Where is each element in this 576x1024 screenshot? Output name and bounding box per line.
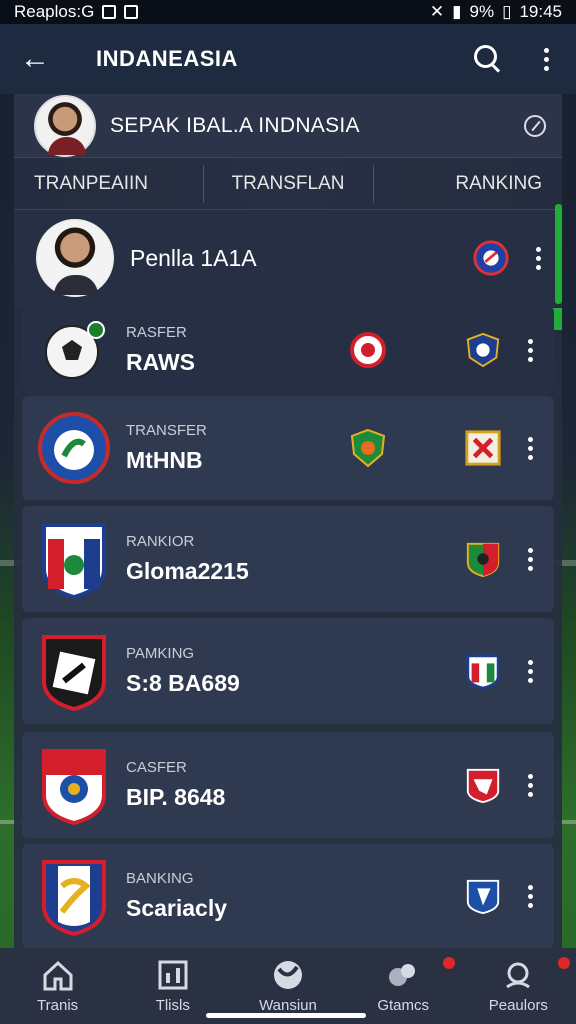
players-icon [389,963,416,986]
stats-icon [158,960,188,989]
green-shield-icon [350,428,386,468]
item-category: CASFER [126,759,187,776]
item-category: BANKING [126,870,194,887]
nav-matches[interactable]: Wansiun [238,959,338,1014]
profile-icon [506,962,531,988]
item-info: CASFER BIP. 8648 [126,759,350,811]
battery-level: 9% [469,2,495,21]
item-menu-icon[interactable] [520,436,540,460]
league-header[interactable]: SEPAK IBAL.A INDNASIA [14,94,562,158]
nav-label: Wansiun [259,996,317,1014]
red-white-shield-icon [466,768,500,804]
nav-profile[interactable]: Peaulors [468,956,571,1014]
home-indicator[interactable] [206,1013,366,1018]
overflow-menu-icon[interactable] [536,47,556,71]
main-panel: SEPAK IBAL.A INDNASIA TRANPEAIIN TRANSFL… [14,94,562,948]
item-name: RAWS [126,349,195,375]
message-icon [124,5,139,19]
red-badge-icon [350,332,386,368]
club-crest-icon [38,412,110,484]
league-title: SEPAK IBAL.A INDNASIA [110,113,360,137]
signal-icon: ▮ [452,2,462,21]
player-menu-icon[interactable] [528,246,548,270]
item-name: BIP. 8648 [126,784,226,810]
list-item[interactable]: TRANSFER MtHNB [22,396,554,500]
club-crest-icon [42,523,106,599]
player-info: Penlla 1A1A [130,245,472,272]
item-menu-icon[interactable] [520,659,540,683]
item-menu-icon[interactable] [520,547,540,571]
mute-icon: ✕ [429,2,445,21]
search-icon[interactable] [470,41,506,77]
item-menu-icon[interactable] [520,884,540,908]
item-info: RASFER RAWS [126,324,350,376]
top-app-bar: ← INDANEASIA [0,24,576,94]
battery-icon: ▯ [502,2,512,21]
striped-shield-icon [466,654,500,690]
tricolor-shield-icon [466,542,500,578]
player-row[interactable]: Penlla 1A1A [14,210,562,306]
league-avatar [34,94,96,157]
page-title: INDANEASIA [96,46,238,71]
gallery-icon [102,5,117,19]
item-info: RANKIOR Gloma2215 [126,533,350,585]
item-name: Gloma2215 [126,558,249,584]
club-crest-icon [42,749,106,825]
list-item[interactable]: RANKIOR Gloma2215 [22,506,554,612]
list-item[interactable]: BANKING Scariacly [22,844,554,948]
notification-dot [558,956,571,969]
notification-dot [443,956,456,969]
club-crest-icon [42,860,106,936]
status-carrier: Reaplos:G [14,2,95,21]
club-crest-icon [42,635,106,711]
item-category: RASFER [126,324,187,341]
tab-transfer[interactable]: TRANSFLAN [203,164,372,203]
nav-label: Gtamcs [377,996,429,1014]
home-icon [43,960,73,990]
club-badge-icon [473,240,509,276]
player-photo [36,219,114,297]
item-name: MtHNB [126,447,203,473]
blue-white-shield-icon [466,879,500,915]
blue-shield-icon [466,332,500,368]
x-badge-icon [465,430,501,466]
compass-icon[interactable] [524,114,546,137]
nav-games[interactable]: Gtamcs [353,956,456,1014]
tab-ranking[interactable]: RANKING [372,164,562,203]
tab-bar: TRANPEAIIN TRANSFLAN RANKING [14,158,562,210]
ball-icon [273,960,302,989]
item-name: Scariacly [126,895,228,921]
back-arrow-icon[interactable]: ← [20,42,60,76]
item-info: BANKING Scariacly [126,870,350,922]
item-menu-icon[interactable] [520,773,540,797]
nav-label: Tranis [37,996,79,1014]
scroll-indicator[interactable] [555,204,562,304]
nav-stats[interactable]: Tlisls [123,959,223,1014]
item-menu-icon[interactable] [520,338,540,362]
nav-label: Peaulors [488,996,548,1014]
item-category: TRANSFER [126,422,207,439]
status-bar: Reaplos:G ✕ ▮ 9% ▯ 19:45 [0,0,576,24]
list-item[interactable]: PAMKING S:8 BA689 [22,618,554,724]
item-category: PAMKING [126,645,195,662]
item-info: PAMKING S:8 BA689 [126,645,350,697]
list-item[interactable]: RASFER RAWS [22,306,554,394]
nav-teams[interactable]: Tranis [8,959,108,1014]
nav-label: Tlisls [155,996,190,1014]
player-name: Penlla 1A1A [130,244,257,271]
tab-transfer-main[interactable]: TRANPEAIIN [14,173,203,195]
status-time: 19:45 [519,2,562,21]
item-category: RANKIOR [126,533,195,550]
football-icon [45,321,105,379]
item-info: TRANSFER MtHNB [126,422,350,474]
list-item[interactable]: CASFER BIP. 8648 [22,732,554,838]
item-name: S:8 BA689 [126,670,240,696]
